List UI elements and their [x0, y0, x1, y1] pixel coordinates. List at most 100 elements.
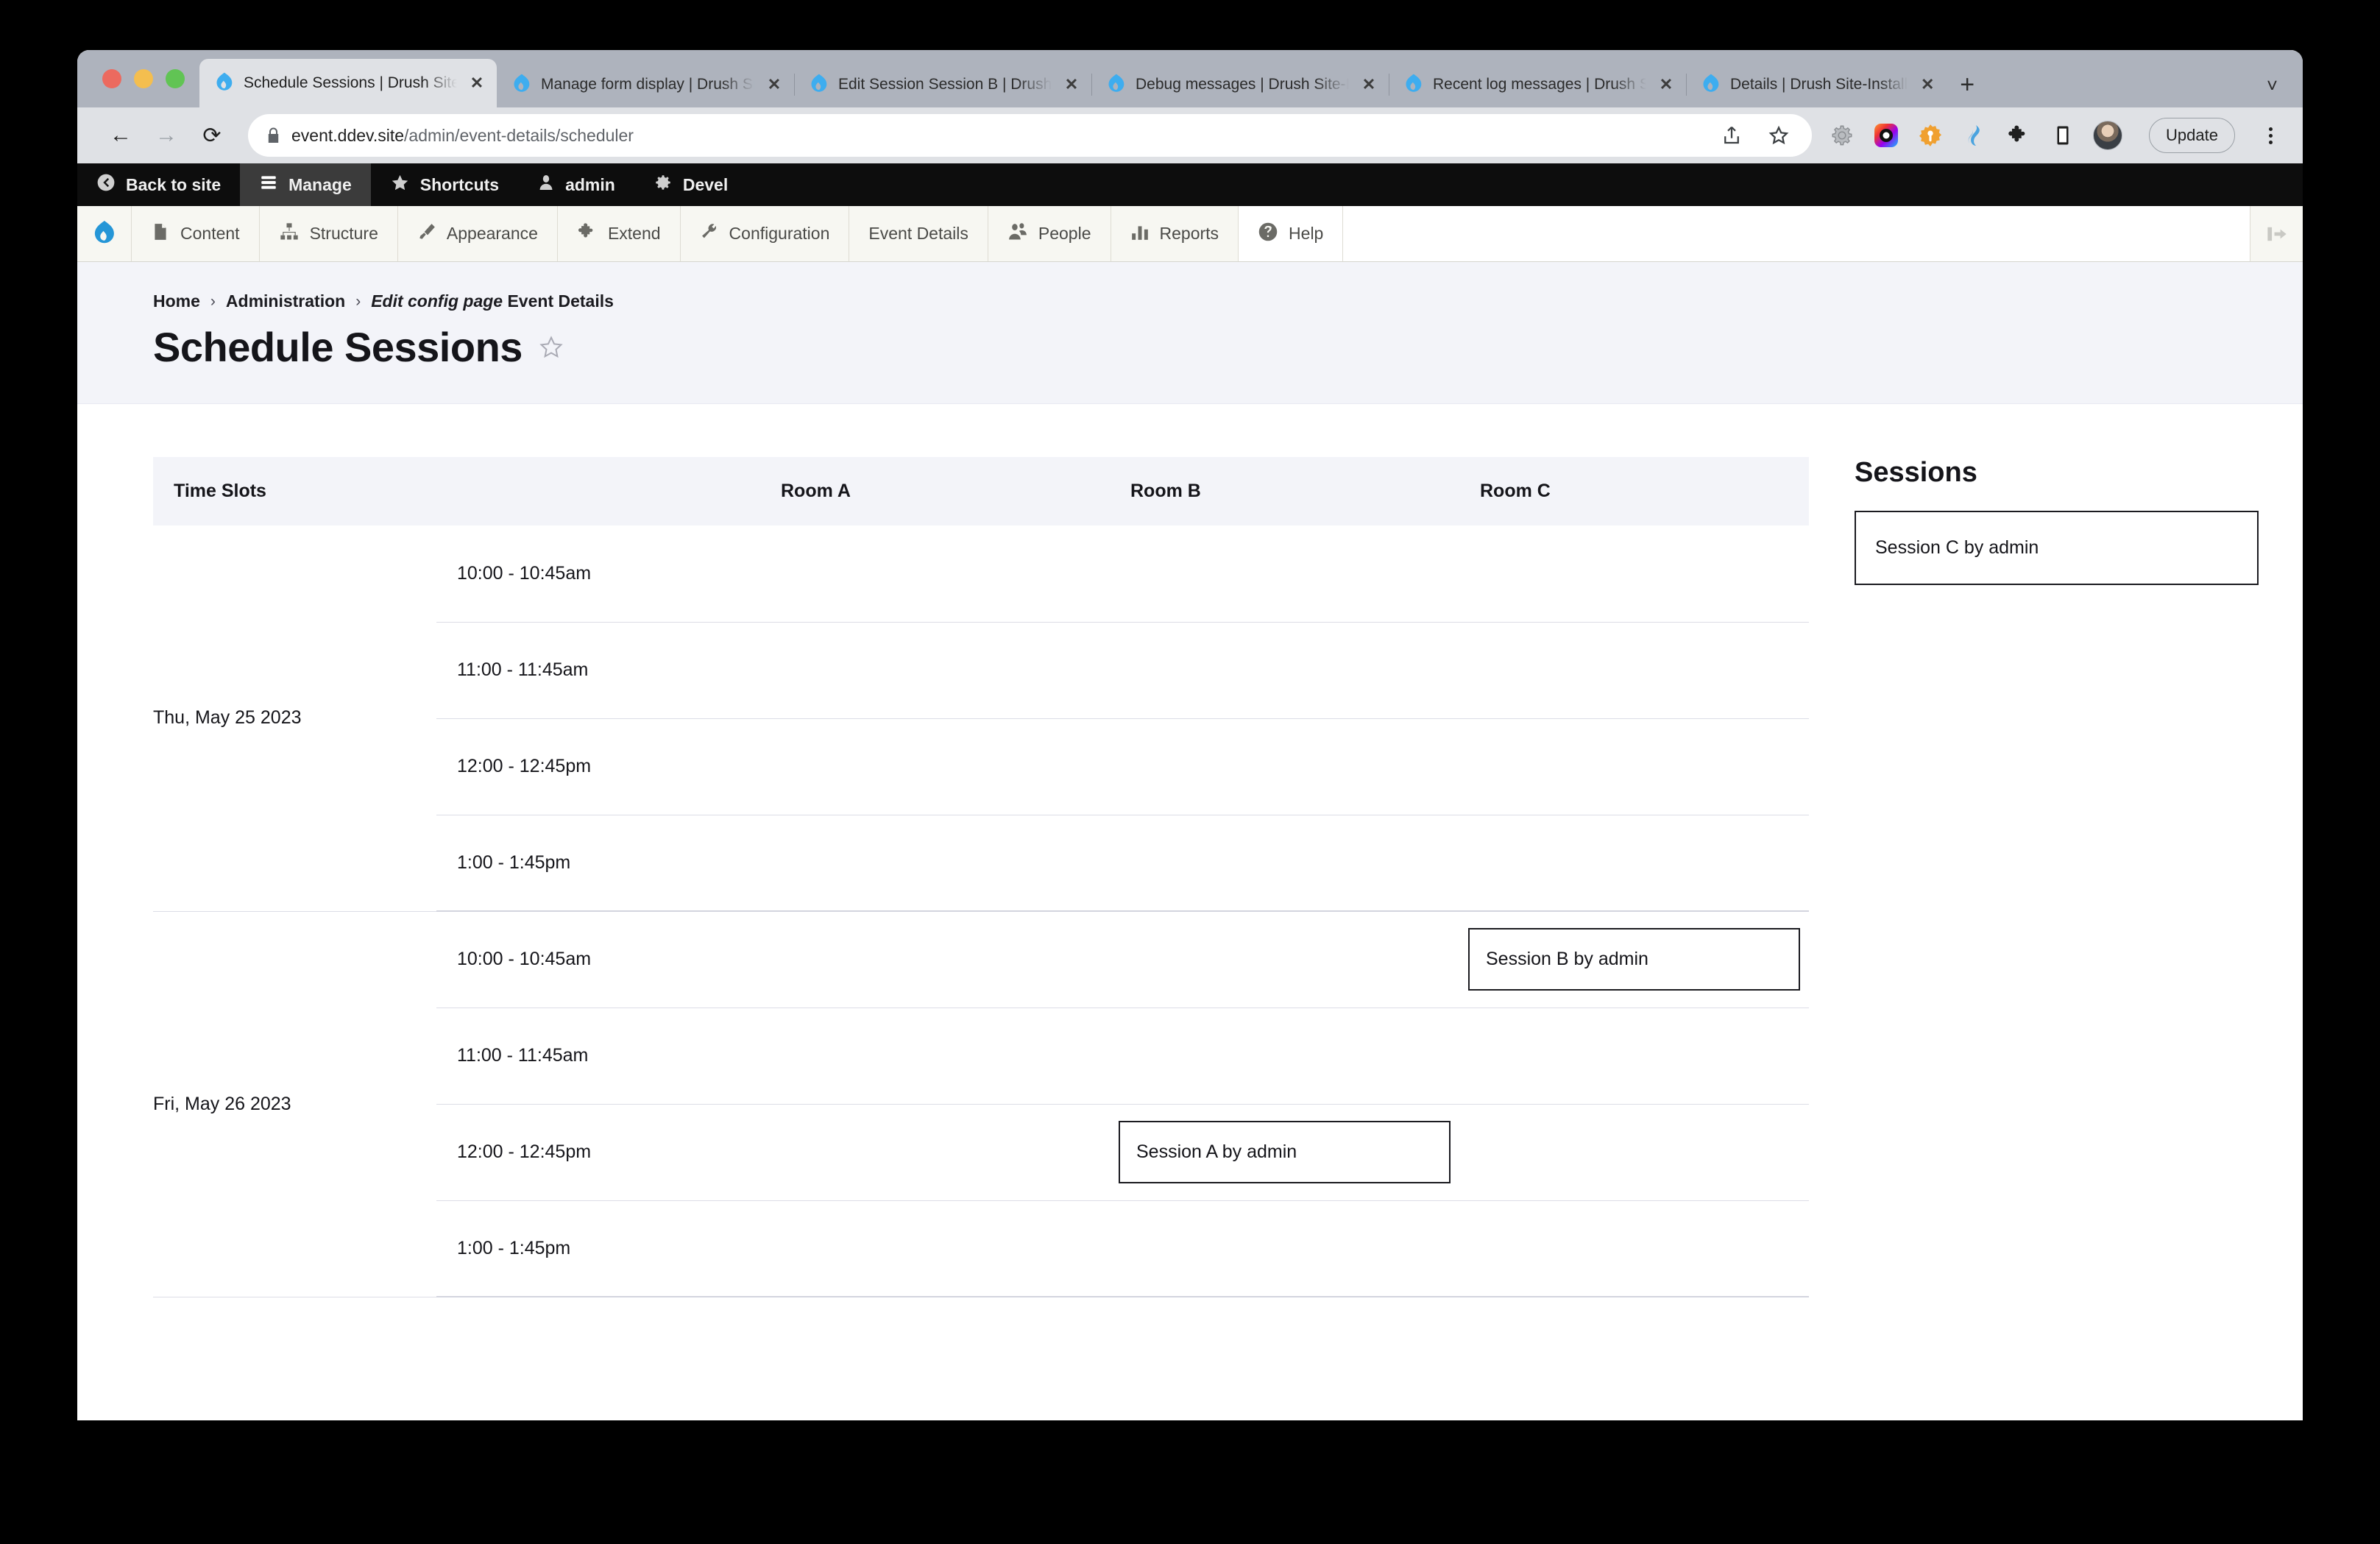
scheduler-cell-room-c[interactable]: Session B by admin	[1459, 911, 1809, 1008]
scheduler-cell-room-c[interactable]	[1459, 1008, 1809, 1104]
admin-toolbar-item-manage[interactable]: Manage	[240, 163, 371, 206]
device-toolbar-icon[interactable]	[2049, 121, 2077, 149]
close-window-button[interactable]	[102, 69, 121, 88]
scheduler-cell-room-a[interactable]	[760, 911, 1110, 1008]
scheduler-slot-row: Fri, May 26 202310:00 - 10:45amSession B…	[153, 911, 1809, 1008]
back-button[interactable]: ←	[98, 113, 144, 158]
tab-search-chevron-icon[interactable]: ˅	[2267, 74, 2278, 97]
scheduler-cell-room-b[interactable]	[1110, 815, 1459, 911]
browser-tab[interactable]: Details | Drush Site-Install✕	[1686, 62, 1947, 107]
drupal-admin-menu-spacer	[1343, 206, 2250, 261]
close-tab-icon[interactable]: ✕	[1657, 75, 1676, 94]
scheduler-cell-room-a[interactable]	[760, 525, 1110, 622]
scheduler-cell-room-b[interactable]: Session A by admin	[1110, 1104, 1459, 1200]
scheduler-cell-room-a[interactable]	[760, 1200, 1110, 1297]
scheduler-cell-room-c[interactable]	[1459, 815, 1809, 911]
scheduler-cell-room-c[interactable]	[1459, 1104, 1809, 1200]
forward-button[interactable]: →	[144, 113, 189, 158]
admin-toolbar-item-devel[interactable]: Devel	[634, 163, 747, 206]
page-header: Home › Administration › Edit config page…	[77, 262, 2303, 404]
admin-menu-item-configuration[interactable]: Configuration	[681, 206, 850, 261]
browser-tab[interactable]: Schedule Sessions | Drush Site-Install✕	[199, 59, 497, 107]
close-tab-icon[interactable]: ✕	[1918, 75, 1937, 94]
scheduler-cell-room-a[interactable]	[760, 815, 1110, 911]
scheduler-cell-room-b[interactable]	[1110, 1008, 1459, 1104]
drupal-extension-icon[interactable]	[1961, 121, 1988, 149]
share-icon[interactable]	[1718, 121, 1746, 149]
browser-tab[interactable]: Manage form display | Drush Site-Install…	[497, 62, 794, 107]
session-chip[interactable]: Session A by admin	[1119, 1121, 1451, 1183]
close-tab-icon[interactable]: ✕	[467, 74, 486, 93]
scheduler-cell-room-a[interactable]	[760, 1008, 1110, 1104]
scheduler-table-body: Thu, May 25 202310:00 - 10:45am11:00 - 1…	[153, 525, 1809, 1297]
scheduler-cell-room-b[interactable]	[1110, 718, 1459, 815]
tab-strip-right-controls: ˅	[2267, 74, 2303, 107]
scheduler-cell-room-a[interactable]	[760, 718, 1110, 815]
bookmark-star-icon[interactable]	[539, 335, 564, 360]
admin-toolbar-item-shortcuts[interactable]: Shortcuts	[371, 163, 518, 206]
toolbar-collapse-icon[interactable]	[2250, 206, 2303, 261]
admin-toolbar-item-admin[interactable]: admin	[518, 163, 634, 206]
scheduler-cell-room-a[interactable]	[760, 1104, 1110, 1200]
drupal-logo-icon[interactable]	[77, 206, 132, 261]
session-chip[interactable]: Session B by admin	[1468, 928, 1800, 991]
maximize-window-button[interactable]	[166, 69, 185, 88]
admin-toolbar-item-label: Back to site	[126, 175, 221, 195]
gear-icon	[654, 173, 673, 196]
address-bar[interactable]: event.ddev.site/admin/event-details/sche…	[248, 114, 1812, 157]
admin-toolbar-item-label: Shortcuts	[420, 175, 499, 195]
browser-tab[interactable]: Edit Session Session B | Drush Site-Inst…	[794, 62, 1091, 107]
close-tab-icon[interactable]: ✕	[1062, 75, 1081, 94]
camera-extension-icon[interactable]	[1872, 121, 1900, 149]
browser-tab[interactable]: Recent log messages | Drush Site-Install…	[1389, 62, 1686, 107]
sessions-sidebar-title: Sessions	[1855, 457, 2259, 489]
scheduler-cell-room-c[interactable]	[1459, 525, 1809, 622]
admin-menu-item-appearance[interactable]: Appearance	[398, 206, 558, 261]
scheduler-cell-room-b[interactable]	[1110, 622, 1459, 718]
close-tab-icon[interactable]: ✕	[765, 75, 784, 94]
scheduler-time-slot-cell: 11:00 - 11:45am	[436, 622, 760, 718]
reload-button[interactable]: ⟳	[189, 113, 235, 158]
admin-menu-item-people[interactable]: People	[988, 206, 1111, 261]
profile-avatar[interactable]	[2093, 121, 2122, 150]
admin-menu-item-label: Appearance	[447, 224, 538, 244]
drupal-admin-menu-items: ContentStructure Appearance ExtendConfigur…	[132, 206, 1343, 261]
bar-chart-icon	[1130, 222, 1150, 247]
admin-menu-item-help[interactable]: Help	[1239, 206, 1343, 261]
admin-menu-item-reports[interactable]: Reports	[1111, 206, 1239, 261]
scheduler-cell-room-b[interactable]	[1110, 525, 1459, 622]
scheduler-time-slot-cell: 10:00 - 10:45am	[436, 911, 760, 1008]
close-tab-icon[interactable]: ✕	[1359, 75, 1378, 94]
admin-menu-item-extend[interactable]: Extend	[558, 206, 681, 261]
page-content: Time Slots Room A Room B Room C Thu, May…	[77, 404, 2303, 1297]
drupal-favicon-icon	[1108, 74, 1125, 96]
breadcrumb-link-administration[interactable]: Administration	[226, 291, 345, 311]
minimize-window-button[interactable]	[134, 69, 153, 88]
admin-menu-item-label: Reports	[1160, 224, 1219, 244]
hamburger-icon	[259, 173, 278, 196]
settings-gear-extension-icon[interactable]	[1828, 121, 1856, 149]
orange-gear-extension-icon[interactable]	[1916, 121, 1944, 149]
scheduler-cell-room-c[interactable]	[1459, 622, 1809, 718]
extensions-puzzle-icon[interactable]	[2005, 121, 2033, 149]
admin-toolbar-item-label: admin	[565, 175, 615, 195]
admin-menu-item-structure[interactable]: Structure	[260, 206, 398, 261]
new-tab-button[interactable]: +	[1947, 65, 1987, 105]
admin-menu-item-content[interactable]: Content	[132, 206, 260, 261]
scheduler-cell-room-a[interactable]	[760, 622, 1110, 718]
admin-menu-item-event-details[interactable]: Event Details	[849, 206, 988, 261]
scheduler-cell-room-b[interactable]	[1110, 911, 1459, 1008]
breadcrumb-link-home[interactable]: Home	[153, 291, 200, 311]
sitemap-icon	[279, 222, 300, 247]
admin-toolbar-item-back-to-site[interactable]: Back to site	[77, 163, 240, 206]
update-button[interactable]: Update	[2149, 118, 2235, 153]
scheduler-cell-room-b[interactable]	[1110, 1200, 1459, 1297]
scheduler-cell-room-c[interactable]	[1459, 718, 1809, 815]
drupal-favicon-icon	[216, 72, 233, 94]
scheduler-cell-room-c[interactable]	[1459, 1200, 1809, 1297]
browser-menu-icon[interactable]	[2256, 127, 2285, 144]
unscheduled-session-chip[interactable]: Session C by admin	[1855, 511, 2259, 585]
admin-menu-item-label: People	[1038, 224, 1091, 244]
bookmark-star-icon[interactable]	[1765, 121, 1793, 149]
browser-tab[interactable]: Debug messages | Drush Site-Install✕	[1091, 62, 1389, 107]
